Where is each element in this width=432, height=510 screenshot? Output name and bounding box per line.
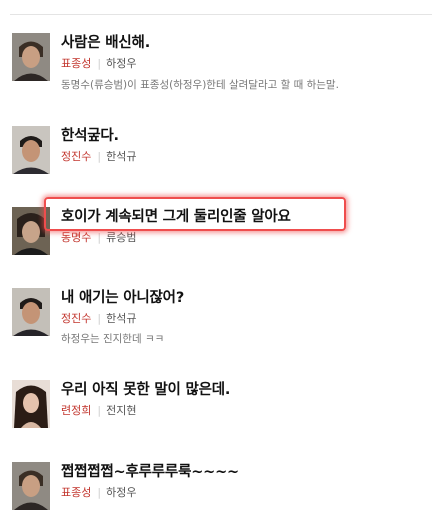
actor-photo-icon — [12, 33, 50, 81]
role-name[interactable]: 표종성 — [61, 486, 91, 499]
separator: | — [97, 150, 102, 163]
separator: | — [97, 57, 102, 70]
actor-name[interactable]: 한석규 — [106, 312, 136, 325]
actor-photo-icon — [12, 462, 50, 510]
quote-description: 동명수(류승범)이 표종성(하정우)한테 살려달라고 할 때 하는말. — [61, 79, 339, 91]
quote-meta: 표종성 | 하정우 — [61, 484, 136, 500]
role-name[interactable]: 표종성 — [61, 57, 91, 70]
actor-photo-icon — [12, 126, 50, 174]
actor-photo-icon — [12, 380, 50, 428]
avatar[interactable] — [12, 288, 50, 336]
role-name[interactable]: 동명수 — [61, 231, 91, 244]
separator: | — [97, 312, 102, 325]
actor-name[interactable]: 한석규 — [106, 150, 136, 163]
quote-meta: 련정희 | 전지현 — [61, 402, 136, 418]
avatar[interactable] — [12, 207, 50, 255]
role-name[interactable]: 정진수 — [61, 150, 91, 163]
quote-text[interactable]: 한석궆다. — [61, 124, 119, 145]
avatar[interactable] — [12, 33, 50, 81]
avatar[interactable] — [12, 380, 50, 428]
quote-text[interactable]: 사람은 배신해. — [61, 31, 150, 52]
quote-meta: 동명수 | 류승범 — [61, 229, 136, 245]
actor-photo-icon — [12, 207, 50, 255]
quote-text[interactable]: 우리 아직 못한 말이 많은데. — [61, 378, 230, 399]
avatar[interactable] — [12, 126, 50, 174]
actor-name[interactable]: 하정우 — [106, 57, 136, 70]
actor-name[interactable]: 전지현 — [106, 404, 136, 417]
quote-meta: 표종성 | 하정우 — [61, 55, 136, 71]
top-divider — [10, 14, 432, 15]
quote-description: 하정우는 진지한데 ㅋㅋ — [61, 333, 165, 345]
separator: | — [97, 231, 102, 244]
quote-text[interactable]: 쩝쩝쩝쩝~후루루루룩~~~~ — [61, 460, 239, 481]
separator: | — [97, 404, 102, 417]
actor-name[interactable]: 하정우 — [106, 486, 136, 499]
actor-photo-icon — [12, 288, 50, 336]
quote-text[interactable]: 호이가 계속되면 그게 둘리인줄 알아요 — [61, 205, 291, 226]
quote-meta: 정진수 | 한석규 — [61, 148, 136, 164]
separator: | — [97, 486, 102, 499]
role-name[interactable]: 련정희 — [61, 404, 91, 417]
avatar[interactable] — [12, 462, 50, 510]
quote-meta: 정진수 | 한석규 — [61, 310, 136, 326]
actor-name[interactable]: 류승범 — [106, 231, 136, 244]
quote-text[interactable]: 내 애기는 아니잖어? — [61, 286, 184, 307]
role-name[interactable]: 정진수 — [61, 312, 91, 325]
